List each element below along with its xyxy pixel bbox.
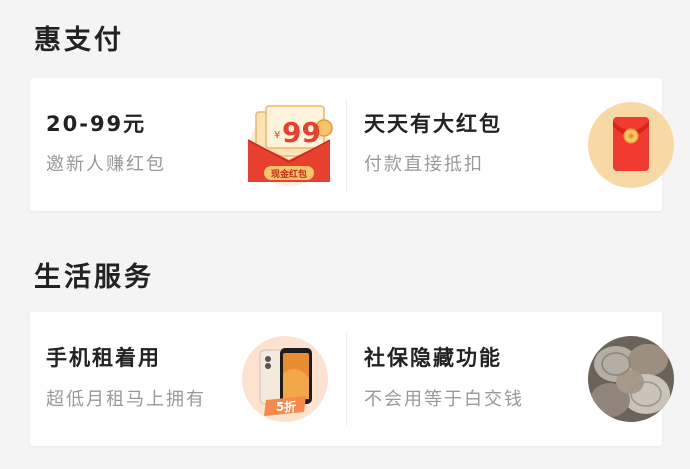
red-packet-icon: [588, 102, 674, 188]
item-daily-red-packet[interactable]: 天天有大红包 付款直接抵扣: [346, 78, 674, 211]
section-life-services: 生活服务 手机租着用 超低月租马上拥有 5折 社保隐藏功能 不会用等于白交钱: [0, 235, 690, 469]
item-subtitle: 超低月租马上拥有: [46, 389, 206, 410]
section-hui-pay: 惠支付 20-99元 邀新人赚红包 ¥ 99 现金红包 天天有大红包 付款直接抵…: [0, 0, 690, 235]
svg-text:99: 99: [282, 116, 321, 149]
phone-rental-icon: 5折: [242, 336, 328, 422]
svg-text:¥: ¥: [274, 130, 280, 141]
item-title: 手机租着用: [46, 346, 161, 370]
item-title: 社保隐藏功能: [364, 346, 502, 370]
item-subtitle: 付款直接抵扣: [364, 154, 484, 175]
svg-text:现金红包: 现金红包: [271, 168, 307, 180]
service-card: 手机租着用 超低月租马上拥有 5折 社保隐藏功能 不会用等于白交钱: [30, 312, 674, 446]
item-invite-rewards[interactable]: 20-99元 邀新人赚红包 ¥ 99 现金红包: [30, 78, 346, 211]
item-subtitle: 邀新人赚红包: [46, 154, 166, 175]
coins-icon: [588, 336, 674, 422]
item-title: 20-99元: [46, 112, 147, 136]
service-card: 20-99元 邀新人赚红包 ¥ 99 现金红包 天天有大红包 付款直接抵扣: [30, 78, 674, 211]
svg-text:5折: 5折: [276, 399, 296, 414]
section-title: 惠支付: [34, 25, 124, 56]
item-social-security[interactable]: 社保隐藏功能 不会用等于白交钱: [346, 312, 674, 446]
section-title: 生活服务: [34, 262, 154, 293]
item-phone-rental[interactable]: 手机租着用 超低月租马上拥有 5折: [30, 312, 346, 446]
red-envelope-cash-icon: ¥ 99 现金红包: [247, 105, 333, 186]
item-subtitle: 不会用等于白交钱: [364, 389, 524, 410]
item-title: 天天有大红包: [364, 112, 502, 136]
